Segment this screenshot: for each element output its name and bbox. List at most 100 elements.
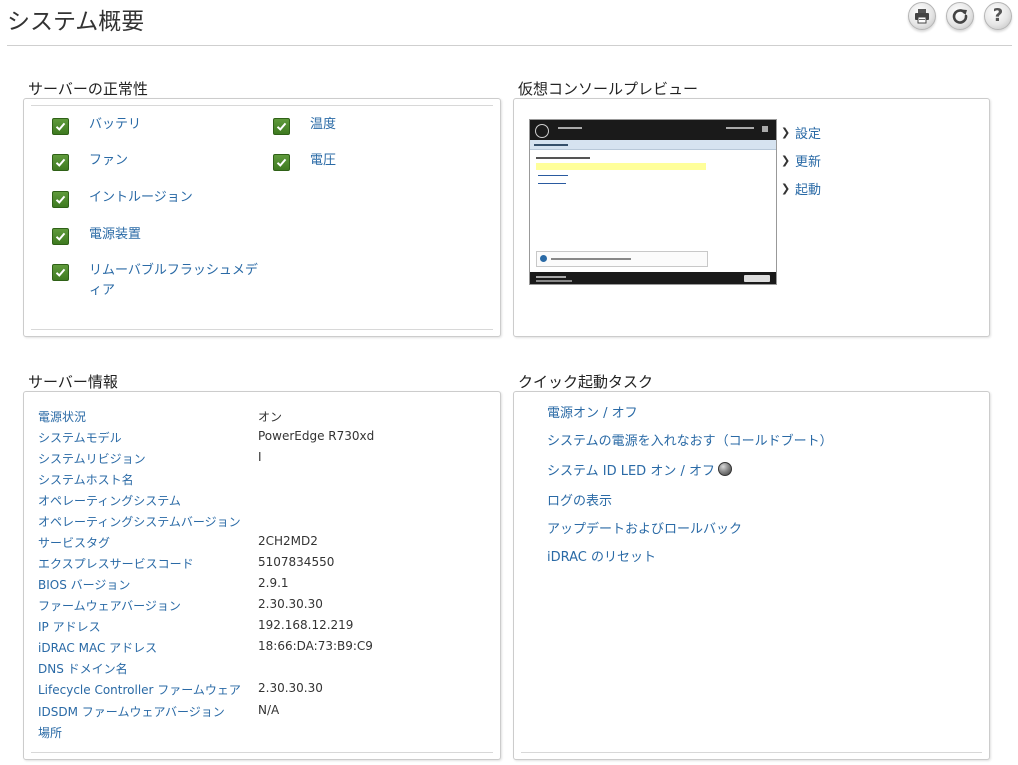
info-label: サービスタグ bbox=[38, 536, 111, 550]
info-row-location: 場所 bbox=[38, 724, 258, 745]
task-reset-idrac[interactable]: iDRAC のリセット bbox=[547, 546, 656, 565]
server-info-panel: 電源状況 オン システムモデル PowerEdge R730xd システムリビジ… bbox=[23, 391, 501, 760]
info-label: IDSDM ファームウェアバージョン bbox=[38, 705, 225, 719]
header-divider bbox=[7, 45, 1012, 46]
task-cold-boot[interactable]: システムの電源を入れなおす（コールドブート） bbox=[547, 430, 833, 449]
chevron-right-icon: ❯ bbox=[781, 154, 791, 167]
health-item-removable-flash: リムーバブルフラッシュメディア bbox=[52, 261, 262, 301]
health-item-intrusion: イントルージョン bbox=[52, 188, 193, 208]
info-value: 2.30.30.30 bbox=[258, 681, 323, 695]
preview-highlight bbox=[536, 163, 706, 170]
health-item-label[interactable]: 温度 bbox=[310, 115, 336, 135]
health-item-label[interactable]: ファン bbox=[89, 151, 128, 171]
health-item-battery: バッテリ bbox=[52, 115, 141, 135]
info-row-firmware-version: ファームウェアバージョン 2.30.30.30 bbox=[38, 597, 323, 618]
info-value: 2.9.1 bbox=[258, 576, 289, 590]
info-label: BIOS バージョン bbox=[38, 578, 131, 592]
info-row-idrac-mac: iDRAC MAC アドレス 18:66:DA:73:B9:C9 bbox=[38, 639, 373, 660]
info-label: システムホスト名 bbox=[38, 473, 134, 487]
info-value: 192.168.12.219 bbox=[258, 618, 354, 632]
preview-info-icon bbox=[540, 255, 547, 262]
chevron-right-icon: ❯ bbox=[781, 182, 791, 195]
check-icon bbox=[273, 118, 290, 135]
info-label: システムリビジョン bbox=[38, 452, 146, 466]
preview-titlebar bbox=[530, 120, 776, 140]
check-icon bbox=[52, 264, 69, 281]
info-row-dns-domain: DNS ドメイン名 bbox=[38, 660, 258, 681]
chevron-right-icon: ❯ bbox=[781, 126, 791, 139]
info-row-bios-version: BIOS バージョン 2.9.1 bbox=[38, 576, 289, 597]
task-power-on-off[interactable]: 電源オン / オフ bbox=[547, 402, 638, 421]
preview-text bbox=[534, 144, 568, 146]
health-item-label[interactable]: イントルージョン bbox=[89, 188, 193, 208]
info-label: エクスプレスサービスコード bbox=[38, 557, 194, 571]
check-icon bbox=[52, 118, 69, 135]
preview-text bbox=[536, 276, 566, 278]
info-row-system-model: システムモデル PowerEdge R730xd bbox=[38, 429, 374, 450]
info-row-system-revision: システムリビジョン I bbox=[38, 450, 262, 471]
console-action-label: 設定 bbox=[795, 127, 822, 142]
console-panel: ❯ 設定 ❯ 更新 ❯ 起動 bbox=[513, 98, 990, 337]
health-item-fan: ファン bbox=[52, 151, 128, 171]
preview-link bbox=[538, 175, 568, 176]
info-row-os-version: オペレーティングシステムバージョン bbox=[38, 513, 258, 534]
task-update-rollback[interactable]: アップデートおよびロールバック bbox=[547, 518, 742, 537]
check-icon bbox=[273, 154, 290, 171]
info-value: PowerEdge R730xd bbox=[258, 429, 375, 443]
help-button[interactable]: ? bbox=[984, 2, 1012, 30]
info-label: 電源状況 bbox=[38, 410, 87, 424]
preview-text bbox=[726, 127, 754, 129]
quick-tasks-panel: 電源オン / オフ システムの電源を入れなおす（コールドブート） システム ID… bbox=[513, 391, 990, 760]
task-system-id-led[interactable]: システム ID LED オン / オフ bbox=[547, 460, 732, 479]
health-item-temperature: 温度 bbox=[273, 115, 336, 135]
info-label: システムモデル bbox=[38, 431, 122, 445]
preview-text bbox=[551, 258, 631, 260]
console-refresh-link[interactable]: ❯ 更新 bbox=[781, 151, 821, 170]
info-value: 5107834550 bbox=[258, 555, 335, 569]
toolbar: ? bbox=[908, 0, 1012, 30]
console-section-title: 仮想コンソールプレビュー bbox=[518, 80, 699, 98]
info-value: N/A bbox=[258, 703, 280, 717]
info-row-os: オペレーティングシステム bbox=[38, 492, 258, 513]
health-item-label[interactable]: バッテリ bbox=[89, 115, 141, 135]
preview-button bbox=[744, 275, 770, 282]
health-item-label[interactable]: リムーバブルフラッシュメディア bbox=[89, 261, 261, 301]
preview-text bbox=[536, 157, 590, 159]
info-row-ip-address: IP アドレス 192.168.12.219 bbox=[38, 618, 353, 639]
info-label: オペレーティングシステム bbox=[38, 494, 181, 508]
info-label: iDRAC MAC アドレス bbox=[38, 641, 158, 655]
info-label: Lifecycle Controller ファームウェア bbox=[38, 683, 241, 697]
console-preview-thumbnail[interactable] bbox=[529, 119, 777, 285]
print-button[interactable] bbox=[908, 2, 936, 30]
task-label: システム ID LED オン / オフ bbox=[547, 464, 715, 479]
health-item-label[interactable]: 電源装置 bbox=[89, 225, 141, 245]
health-item-label[interactable]: 電圧 bbox=[310, 151, 336, 171]
refresh-button[interactable] bbox=[946, 2, 974, 30]
preview-info-box bbox=[536, 251, 708, 267]
panel-rule bbox=[31, 752, 493, 753]
panel-rule bbox=[521, 752, 982, 753]
refresh-icon bbox=[952, 9, 968, 24]
console-settings-link[interactable]: ❯ 設定 bbox=[781, 123, 821, 142]
health-item-voltage: 電圧 bbox=[273, 151, 336, 171]
task-view-logs[interactable]: ログの表示 bbox=[547, 490, 612, 509]
info-value: オン bbox=[258, 410, 283, 424]
preview-link bbox=[538, 183, 566, 184]
check-icon bbox=[52, 191, 69, 208]
info-label: 場所 bbox=[38, 726, 63, 740]
page-title: システム概要 bbox=[7, 9, 145, 35]
health-item-power-supply: 電源装置 bbox=[52, 225, 141, 245]
check-icon bbox=[52, 154, 69, 171]
help-icon: ? bbox=[992, 5, 1004, 26]
info-label: オペレーティングシステムバージョン bbox=[38, 515, 241, 529]
info-value: 2.30.30.30 bbox=[258, 597, 323, 611]
info-value: 18:66:DA:73:B9:C9 bbox=[258, 639, 373, 653]
panel-rule bbox=[31, 105, 493, 106]
console-action-label: 起動 bbox=[795, 183, 822, 198]
panel-rule bbox=[31, 329, 493, 330]
console-launch-link[interactable]: ❯ 起動 bbox=[781, 179, 821, 198]
info-row-power-status: 電源状況 オン bbox=[38, 408, 282, 429]
info-label: DNS ドメイン名 bbox=[38, 662, 128, 676]
preview-text bbox=[762, 126, 768, 132]
server-info-section-title: サーバー情報 bbox=[28, 373, 118, 391]
